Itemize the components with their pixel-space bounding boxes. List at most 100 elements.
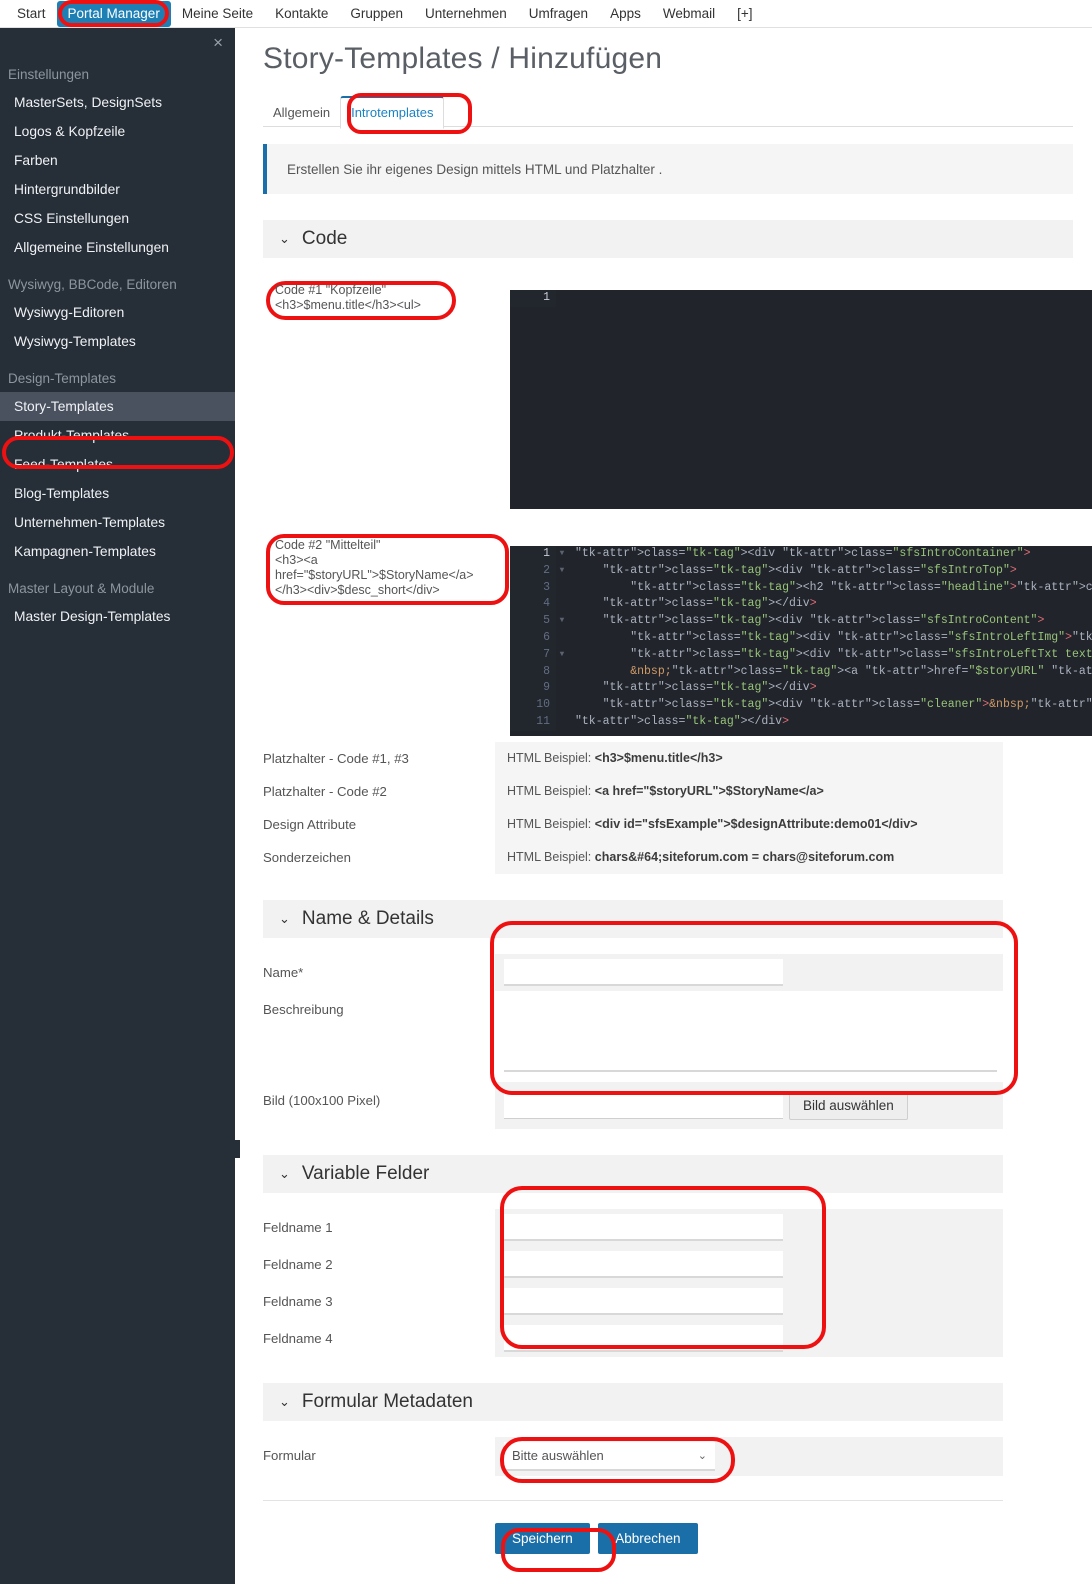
page-title: Story-Templates / Hinzufügen — [263, 42, 663, 75]
section-title-code: Code — [301, 228, 348, 249]
tab-introtemplates[interactable]: Introtemplates — [340, 96, 445, 129]
fold-arrow-icon[interactable]: ▾ — [556, 613, 568, 630]
fold-arrow-icon[interactable] — [556, 580, 568, 597]
feldname-1-input[interactable] — [504, 1214, 783, 1241]
variable-fields-list: Feldname 1 Feldname 2 Feldname 3 Feldname 4 — [235, 1209, 1092, 1357]
placeholder-example-code: chars&#64;siteforum.com = chars@siteforu… — [594, 850, 895, 864]
nav-item-start[interactable]: Start — [6, 2, 57, 26]
row-formular: Formular Bitte auswählen ⌄ — [263, 1437, 1003, 1476]
nav-item-gruppen[interactable]: Gruppen — [339, 2, 414, 26]
nav-item-meine-seite[interactable]: Meine Seite — [171, 2, 264, 26]
tab-allgemein[interactable]: Allgemein — [263, 98, 340, 128]
line-number: 5 — [510, 613, 556, 630]
section-title-variable-felder: Variable Felder — [301, 1163, 430, 1184]
fold-arrow-icon[interactable] — [556, 714, 568, 731]
placeholder-example-code: <h3>$menu.title</h3> — [594, 751, 723, 765]
fold-arrow-icon[interactable]: ▾ — [556, 647, 568, 664]
fold-arrow-icon[interactable] — [556, 630, 568, 647]
fold-arrow-icon[interactable] — [556, 697, 568, 714]
nav-item-kontakte[interactable]: Kontakte — [264, 2, 339, 26]
code-text: "tk-attr">class="tk-tag"></div> — [602, 597, 817, 611]
placeholder-example-prefix: HTML Beispiel: — [507, 784, 592, 798]
fold-arrow-icon[interactable] — [556, 596, 568, 613]
section-header-variable-felder[interactable]: ⌄ Variable Felder — [263, 1155, 1003, 1193]
placeholder-example: HTML Beispiel: chars&#64;siteforum.com =… — [495, 841, 1003, 874]
fold-arrow-icon[interactable]: ▾ — [556, 563, 568, 580]
section-title-name-details: Name & Details — [301, 908, 434, 929]
code-line: 6 "tk-attr">class="tk-tag"><div "tk-attr… — [510, 629, 1092, 647]
sidebar-item-logos-kopfzeile[interactable]: Logos & Kopfzeile — [0, 117, 235, 146]
fold-arrow-icon[interactable] — [556, 680, 568, 697]
sidebar-item-story-templates[interactable]: Story-Templates — [0, 392, 235, 421]
label-beschreibung: Beschreibung — [263, 1002, 344, 1017]
sidebar-group-title: Master Layout & Module — [8, 581, 155, 596]
section-header-code[interactable]: ⌄ Code — [263, 220, 1073, 258]
sidebar-item-master-design-templates[interactable]: Master Design-Templates — [0, 602, 235, 631]
chevron-down-icon: ⌄ — [279, 911, 290, 926]
feldname-4-input[interactable] — [504, 1325, 783, 1352]
row-feldname: Feldname 2 — [263, 1246, 1003, 1283]
code-line: 7 ▾ "tk-attr">class="tk-tag"><div "tk-att… — [510, 646, 1092, 664]
sidebar-item-hintergrundbilder[interactable]: Hintergrundbilder — [0, 175, 235, 204]
placeholder-example: HTML Beispiel: <a href="$storyURL">$Stor… — [495, 775, 1003, 808]
sidebar-item-wysiwyg-editoren[interactable]: Wysiwyg-Editoren — [0, 298, 235, 327]
annotation-code1-text: Code #1 "Kopfzeile" <h3>$menu.title</h3>… — [275, 283, 421, 312]
sidebar-item-css-einstellungen[interactable]: CSS Einstellungen — [0, 204, 235, 233]
fold-arrow-icon[interactable] — [556, 290, 568, 307]
feldname-2-input[interactable] — [504, 1251, 783, 1278]
beschreibung-textarea[interactable] — [504, 996, 997, 1072]
sidebar-item-allgemeine-einstellungen[interactable]: Allgemeine Einstellungen — [0, 233, 235, 262]
sidebar-item-produkt-templates[interactable]: Produkt-Templates — [0, 421, 235, 450]
sidebar-item-unternehmen-templates[interactable]: Unternehmen-Templates — [0, 508, 235, 537]
save-button[interactable]: Speichern — [495, 1523, 590, 1554]
line-number: 8 — [510, 663, 556, 681]
nav-item-webmail[interactable]: Webmail — [652, 2, 726, 26]
nav-item-portal-manager[interactable]: Portal Manager — [56, 0, 171, 27]
close-icon[interactable]: × — [213, 34, 223, 51]
code-line: 3 "tk-attr">class="tk-tag"><h2 "tk-attr"… — [510, 579, 1092, 597]
code-line: 10 "tk-attr">class="tk-tag"><div "tk-att… — [510, 697, 1092, 714]
placeholder-label: Design Attribute — [263, 817, 357, 832]
line-number: 3 — [510, 579, 556, 597]
bild-auswaehlen-button[interactable]: Bild auswählen — [789, 1091, 908, 1120]
line-number: 7 — [510, 646, 556, 664]
sidebar-item-farben[interactable]: Farben — [0, 146, 235, 175]
sidebar-group-title: Wysiwyg, BBCode, Editoren — [8, 277, 177, 292]
name-input[interactable] — [504, 959, 783, 986]
cancel-button[interactable]: Abbrechen — [598, 1523, 698, 1554]
nav-item-apps[interactable]: Apps — [599, 2, 652, 26]
line-number: 1 — [510, 546, 556, 563]
code-line: 9 "tk-attr">class="tk-tag"></div> — [510, 680, 1092, 698]
form-action-bar: Speichern Abbrechen — [263, 1500, 1003, 1554]
formular-select[interactable]: Bitte auswählen ⌄ — [504, 1442, 715, 1471]
row-bild: Bild (100x100 Pixel) Bild auswählen — [263, 1082, 1003, 1129]
label-feldname-3: Feldname 3 — [263, 1294, 333, 1309]
line-number: 2 — [510, 562, 556, 580]
sidebar-item-wysiwyg-templates[interactable]: Wysiwyg-Templates — [0, 327, 235, 356]
section-header-name-details[interactable]: ⌄ Name & Details — [263, 900, 1003, 938]
nav-item-unternehmen[interactable]: Unternehmen — [414, 2, 518, 26]
sidebar-item-kampagnen-templates[interactable]: Kampagnen-Templates — [0, 537, 235, 566]
feldname-3-input[interactable] — [504, 1288, 783, 1315]
code-text: "tk-attr">class="tk-tag"></div> — [575, 714, 789, 728]
label-formular: Formular — [263, 1448, 316, 1463]
code-line: 1 — [510, 290, 1092, 307]
sidebar-item-mastersets-designsets[interactable]: MasterSets, DesignSets — [0, 88, 235, 117]
row-beschreibung: Beschreibung — [263, 991, 1003, 1082]
code-editor-2[interactable]: 1 ▾ "tk-attr">class="tk-tag"><div "tk-attr… — [510, 546, 1092, 736]
sidebar-item-feed-templates[interactable]: Feed-Templates — [0, 450, 235, 479]
nav-item-umfragen[interactable]: Umfragen — [518, 2, 599, 26]
fold-arrow-icon[interactable] — [556, 664, 568, 681]
fold-arrow-icon[interactable]: ▾ — [556, 546, 568, 563]
placeholder-label: Sonderzeichen — [263, 850, 351, 865]
label-bild: Bild (100x100 Pixel) — [263, 1093, 381, 1108]
code-editor-1[interactable]: 1 — [510, 290, 1092, 509]
top-navigation-bar: Start Portal Manager Meine Seite Kontakte Gr… — [0, 0, 1092, 28]
placeholder-example-code: <a href="$storyURL">$StoryName</a> — [594, 784, 824, 798]
info-callout-text: Erstellen Sie ihr eigenes Design mittels… — [287, 161, 663, 177]
bild-input[interactable] — [504, 1092, 783, 1119]
sidebar-item-blog-templates[interactable]: Blog-Templates — [0, 479, 235, 508]
section-header-formular-metadaten[interactable]: ⌄ Formular Metadaten — [263, 1383, 1003, 1421]
nav-item-[interactable]: [+] — [726, 2, 763, 26]
